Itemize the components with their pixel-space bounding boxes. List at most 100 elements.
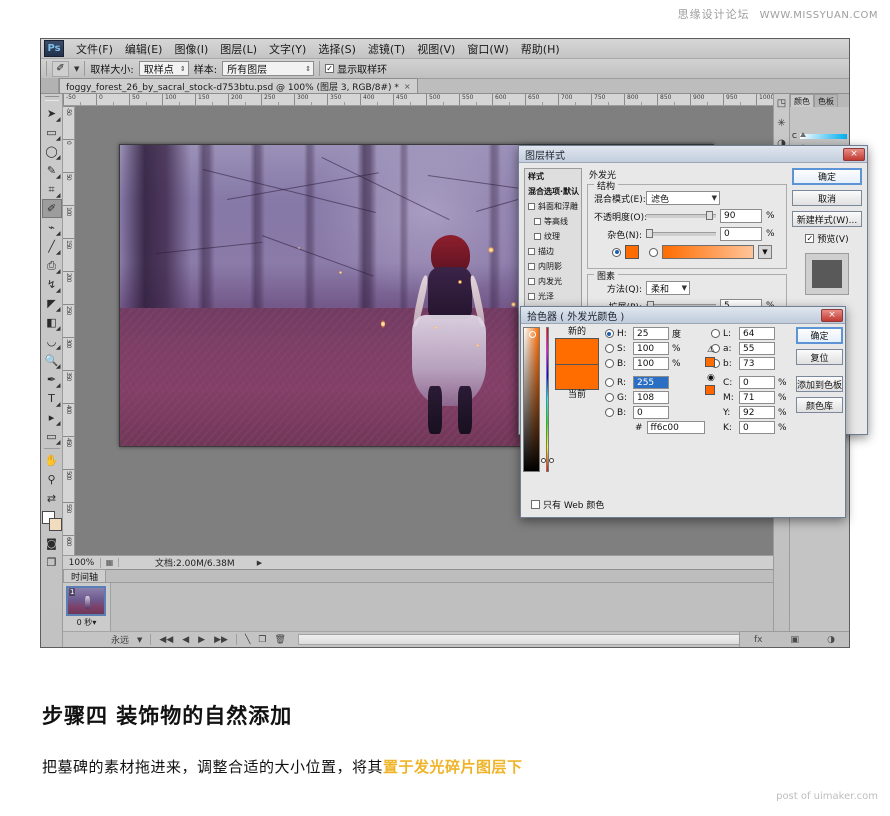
sample-size-select[interactable]: 取样点 ⇕ bbox=[139, 61, 189, 76]
duplicate-frame-icon[interactable]: ❐ bbox=[258, 635, 266, 645]
eyedropper-icon[interactable]: ✐ bbox=[52, 61, 69, 77]
style-list-item-inner-shadow[interactable]: 内阴影 bbox=[525, 259, 581, 274]
menu-item-help[interactable]: 帮助(H) bbox=[515, 39, 566, 59]
history-panel-icon[interactable]: ✳ bbox=[777, 118, 785, 129]
checkbox[interactable] bbox=[534, 233, 541, 240]
select-next-frame-icon[interactable]: ▶▶ bbox=[214, 635, 228, 645]
loop-chevron-down-icon[interactable]: ▼ bbox=[137, 636, 142, 644]
marquee-tool[interactable]: ▭◢ bbox=[42, 123, 62, 142]
opacity-input[interactable]: 90 bbox=[720, 209, 762, 223]
adjustment-icon[interactable]: ◑ bbox=[827, 635, 835, 645]
zoom-level[interactable]: 100% bbox=[63, 558, 101, 568]
preview-checkbox[interactable]: ✓ 预览(V) bbox=[792, 232, 862, 245]
checkbox[interactable] bbox=[528, 293, 535, 300]
add-to-swatches-button[interactable]: 添加到色板 bbox=[796, 376, 843, 392]
blue-input[interactable]: 0 bbox=[633, 406, 669, 419]
fx-icon[interactable]: fx bbox=[754, 635, 763, 645]
hue-marker-left[interactable] bbox=[541, 458, 546, 463]
select-first-frame-icon[interactable]: ◀◀ bbox=[159, 635, 173, 645]
color-selection-ring[interactable] bbox=[529, 331, 536, 338]
menu-item-view[interactable]: 视图(V) bbox=[411, 39, 461, 59]
blur-tool[interactable]: ◡◢ bbox=[42, 332, 62, 351]
tool-preset-chevron-down-icon[interactable]: ▼ bbox=[74, 65, 79, 73]
screen-mode-button[interactable]: ❐ bbox=[42, 553, 62, 572]
magenta-input[interactable]: 71 bbox=[739, 391, 775, 404]
color-slider-c[interactable]: C bbox=[792, 132, 847, 140]
menu-item-image[interactable]: 图像(I) bbox=[168, 39, 214, 59]
path-selection-tool[interactable]: ▸◢ bbox=[42, 408, 62, 427]
tab-strip-grip[interactable] bbox=[41, 78, 59, 93]
red-input[interactable]: 255 bbox=[633, 376, 669, 389]
gradient-radio[interactable] bbox=[649, 248, 658, 257]
brush-tool[interactable]: ╱◢ bbox=[42, 237, 62, 256]
lasso-tool[interactable]: ◯◢ bbox=[42, 142, 62, 161]
style-list-item-styles[interactable]: 样式 bbox=[525, 169, 581, 184]
document-tab[interactable]: foggy_forest_26_by_sacral_stock-d753btu.… bbox=[59, 78, 418, 93]
checkbox[interactable] bbox=[534, 218, 541, 225]
clone-stamp-tool[interactable]: ⎙◢ bbox=[42, 256, 62, 275]
style-list-item-bevel-emboss[interactable]: 斜面和浮雕 bbox=[525, 199, 581, 214]
menu-item-layer[interactable]: 图层(L) bbox=[214, 39, 263, 59]
horizontal-ruler[interactable]: -500501001502002503003504004505005506006… bbox=[63, 94, 773, 106]
non-web-safe-warning-icon[interactable]: ◉ bbox=[707, 373, 715, 383]
solid-color-radio[interactable] bbox=[612, 248, 621, 257]
lab-l-radio[interactable] bbox=[711, 329, 720, 338]
rectangle-shape-tool[interactable]: ▭◢ bbox=[42, 427, 62, 446]
zoom-tool[interactable]: ⚲ bbox=[42, 470, 62, 489]
animation-frame[interactable]: 1 bbox=[66, 586, 106, 616]
brightness-radio[interactable] bbox=[605, 359, 614, 368]
gamut-safe-color-swatch[interactable] bbox=[705, 357, 715, 367]
gradient-preview[interactable] bbox=[662, 245, 754, 259]
history-brush-tool[interactable]: ↯◢ bbox=[42, 275, 62, 294]
hex-input[interactable]: ff6c00 bbox=[647, 421, 705, 434]
tab-timeline[interactable]: 时间轴 bbox=[63, 569, 106, 582]
background-color-swatch[interactable] bbox=[49, 518, 62, 531]
gradient-tool[interactable]: ◧◢ bbox=[42, 313, 62, 332]
ok-button[interactable]: 确定 bbox=[792, 168, 862, 185]
lab-l-input[interactable]: 64 bbox=[739, 327, 775, 340]
cancel-button[interactable]: 取消 bbox=[792, 190, 862, 206]
close-icon[interactable]: × bbox=[821, 309, 843, 322]
hue-slider[interactable] bbox=[546, 327, 549, 472]
menu-item-edit[interactable]: 编辑(E) bbox=[119, 39, 169, 59]
style-list-item-stroke[interactable]: 描边 bbox=[525, 244, 581, 259]
sample-select[interactable]: 所有图层 ⇕ bbox=[222, 61, 314, 76]
green-input[interactable]: 108 bbox=[633, 391, 669, 404]
eraser-tool[interactable]: ◤◢ bbox=[42, 294, 62, 313]
new-style-button[interactable]: 新建样式(W)... bbox=[792, 211, 862, 227]
style-list-item-texture[interactable]: 纹理 bbox=[525, 229, 581, 244]
saturation-radio[interactable] bbox=[605, 344, 614, 353]
lab-a-input[interactable]: 55 bbox=[739, 342, 775, 355]
red-radio[interactable] bbox=[605, 378, 614, 387]
close-icon[interactable]: × bbox=[843, 148, 865, 161]
color-picker-titlebar[interactable]: 拾色器 ( 外发光颜色 ) × bbox=[521, 307, 845, 324]
lab-b-input[interactable]: 73 bbox=[739, 357, 775, 370]
select-previous-frame-icon[interactable]: ◀ bbox=[182, 635, 189, 645]
tween-icon[interactable]: ╲ bbox=[245, 635, 250, 645]
timeline-empty-area[interactable] bbox=[111, 583, 773, 631]
cyan-input[interactable]: 0 bbox=[739, 376, 775, 389]
quick-selection-tool[interactable]: ✎◢ bbox=[42, 161, 62, 180]
opacity-slider[interactable] bbox=[646, 214, 716, 218]
hue-input[interactable]: 25 bbox=[633, 327, 669, 340]
play-icon[interactable]: ▶ bbox=[198, 635, 205, 645]
menu-item-window[interactable]: 窗口(W) bbox=[461, 39, 514, 59]
color-picker-dialog[interactable]: 拾色器 ( 外发光颜色 ) × 新的 当前 ⚠ ◉ H: 25 度 bbox=[520, 306, 846, 518]
style-list-item-blending-options[interactable]: 混合选项·默认 bbox=[525, 184, 581, 199]
crop-tool[interactable]: ⌗◢ bbox=[42, 180, 62, 199]
hue-radio[interactable] bbox=[605, 329, 614, 338]
style-list-item-inner-glow[interactable]: 内发光 bbox=[525, 274, 581, 289]
current-color-swatch[interactable] bbox=[555, 364, 599, 390]
close-icon[interactable]: × bbox=[404, 82, 411, 91]
dodge-tool[interactable]: 🔍◢ bbox=[42, 351, 62, 370]
delete-frame-icon[interactable]: 🗑 bbox=[274, 635, 285, 645]
type-tool[interactable]: T◢ bbox=[42, 389, 62, 408]
status-bar-chevron-right-icon[interactable]: ▶ bbox=[257, 559, 262, 567]
web-colors-only-checkbox[interactable]: 只有 Web 颜色 bbox=[531, 498, 604, 511]
yellow-input[interactable]: 92 bbox=[739, 406, 775, 419]
noise-slider[interactable] bbox=[646, 232, 716, 236]
menu-item-file[interactable]: 文件(F) bbox=[70, 39, 119, 59]
checkbox[interactable] bbox=[528, 263, 535, 270]
hand-tool[interactable]: ✋ bbox=[42, 451, 62, 470]
checkbox[interactable] bbox=[528, 203, 535, 210]
